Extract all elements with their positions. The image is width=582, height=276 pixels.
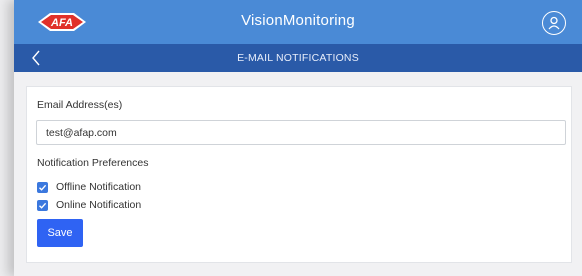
email-field[interactable]: [36, 120, 566, 145]
app-title: VisionMonitoring: [241, 12, 355, 29]
sub-header: E-MAIL NOTIFICATIONS: [14, 44, 582, 72]
offline-notification-label: Offline Notification: [56, 181, 142, 193]
offline-notification-checkbox[interactable]: [37, 181, 48, 193]
user-icon[interactable]: [542, 11, 566, 35]
preferences-label: Notification Preferences: [37, 157, 149, 169]
online-notification-checkbox[interactable]: [37, 199, 48, 211]
notification-settings-card: Email Address(es) Notification Preferenc…: [26, 86, 572, 263]
online-notification-option[interactable]: Online Notification: [37, 198, 141, 212]
page-title: E-MAIL NOTIFICATIONS: [237, 52, 359, 64]
email-label: Email Address(es): [37, 99, 123, 111]
top-bar: AFA VisionMonitoring: [14, 0, 582, 44]
save-button[interactable]: Save: [37, 219, 83, 247]
online-notification-label: Online Notification: [56, 199, 142, 211]
app-window: AFA VisionMonitoring E-MAIL NOTIFICATION…: [14, 0, 582, 276]
offline-notification-option[interactable]: Offline Notification: [37, 180, 141, 194]
